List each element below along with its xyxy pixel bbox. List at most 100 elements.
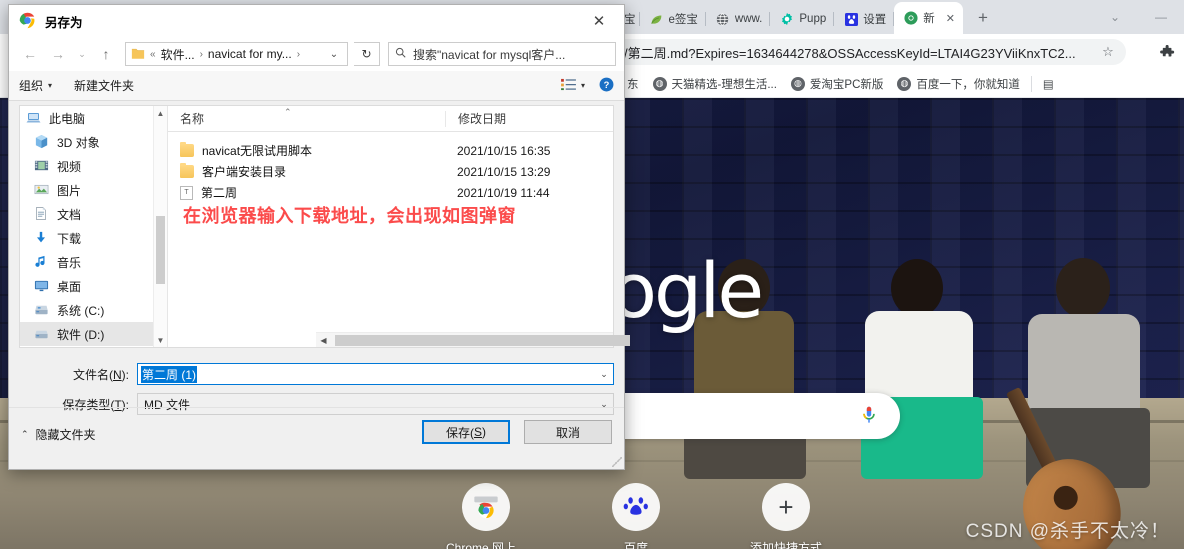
- breadcrumb[interactable]: « 软件... › navicat for my... › ⌄: [125, 42, 348, 66]
- save-as-dialog: 另存为 ✕ ← → ⌄ ↑ « 软件... › navicat for my..…: [8, 4, 630, 470]
- bookmark-item-2[interactable]: ◍ 爱淘宝PC新版: [784, 73, 890, 95]
- nav-item-music[interactable]: 音乐: [20, 250, 167, 274]
- chevron-up-icon: ⌃: [21, 429, 29, 439]
- nav-item-videos[interactable]: 视频: [20, 154, 167, 178]
- bookmark-item-1[interactable]: ◍ 天猫精选-理想生活...: [646, 73, 784, 95]
- nav-item-drive-c-label: 系统 (C:): [57, 303, 105, 318]
- sort-ascending-icon: ⌃: [284, 107, 292, 117]
- back-button[interactable]: ←: [17, 41, 43, 67]
- breadcrumb-segment-1[interactable]: navicat for my...: [208, 47, 292, 61]
- shortcut-tile-1[interactable]: 百度: [580, 483, 692, 549]
- nav-item-videos-label: 视频: [57, 159, 82, 174]
- filename-input[interactable]: 第二周 (1) ⌄: [137, 363, 614, 385]
- computer-icon: [26, 110, 42, 126]
- view-list-icon: [561, 78, 576, 94]
- save-post: ): [482, 425, 486, 439]
- nav-item-3d-objects[interactable]: 3D 对象: [20, 130, 167, 154]
- bookmark-star-icon[interactable]: ☆: [1098, 44, 1118, 60]
- nav-item-drive-d-label: 软件 (D:): [57, 327, 105, 342]
- nav-item-documents[interactable]: 文档: [20, 202, 167, 226]
- bookmark-item-3[interactable]: ◍ 百度一下，你就知道: [890, 73, 1027, 95]
- cancel-button[interactable]: 取消: [524, 420, 612, 444]
- column-header-date[interactable]: 修改日期: [445, 110, 613, 127]
- shortcut-tile-0[interactable]: Chrome 网上...: [430, 483, 542, 549]
- nav-item-pictures[interactable]: 图片: [20, 178, 167, 202]
- nav-item-drive-d[interactable]: 软件 (D:): [20, 322, 167, 346]
- nav-item-drive-c[interactable]: 系统 (C:): [20, 298, 167, 322]
- scrollbar-thumb[interactable]: [335, 334, 630, 346]
- bookmark-item-2-label: 爱淘宝PC新版: [809, 78, 884, 91]
- file-name-1: 客户端安装目录: [202, 165, 287, 179]
- nav-item-this-pc[interactable]: 此电脑: [20, 106, 167, 130]
- table-row[interactable]: T 第二周 2021/10/19 11:44: [168, 182, 613, 203]
- folder-icon: [180, 142, 194, 157]
- file-date-0: 2021/10/15 16:35: [457, 143, 551, 158]
- close-icon[interactable]: ✕: [946, 12, 955, 25]
- nav-pane-scrollbar[interactable]: ▲ ▼: [153, 106, 167, 347]
- browser-tab-1[interactable]: e签宝: [640, 4, 706, 34]
- browser-tab-4[interactable]: 设置: [834, 4, 895, 34]
- baidu-icon: [612, 483, 660, 531]
- tabs-row: 宝 e签宝 www. Pupp 设置 新 ✕ +: [620, 0, 997, 34]
- bookmarks-divider: [1030, 75, 1032, 92]
- table-row[interactable]: 客户端安装目录 2021/10/15 13:29: [168, 161, 613, 182]
- forward-button[interactable]: →: [45, 41, 71, 67]
- scrollbar-thumb[interactable]: [156, 216, 165, 284]
- shortcut-tile-add-label: 添加快捷方式: [749, 541, 822, 549]
- filename-label-key: N: [112, 367, 122, 382]
- organize-button[interactable]: 组织 ▾: [19, 77, 52, 94]
- globe-icon: ◍: [652, 76, 667, 91]
- refresh-button[interactable]: ↻: [354, 42, 380, 66]
- file-date-2: 2021/10/19 11:44: [457, 185, 550, 200]
- recent-locations-button[interactable]: ⌄: [73, 41, 91, 67]
- scroll-down-arrow-icon[interactable]: ▼: [154, 333, 167, 347]
- nav-item-desktop[interactable]: 桌面: [20, 274, 167, 298]
- scrollbar-track[interactable]: [331, 334, 630, 346]
- hide-folders-button[interactable]: ⌃ 隐藏文件夹: [21, 426, 96, 443]
- up-button[interactable]: ↑: [93, 41, 119, 67]
- 3d-object-icon: [34, 134, 50, 150]
- plus-icon: +: [762, 483, 810, 531]
- desktop-icon: [34, 278, 50, 294]
- browser-tab-2-label: www.: [734, 13, 763, 25]
- chevron-down-icon[interactable]: ⌄: [323, 49, 345, 60]
- nav-item-downloads[interactable]: 下载: [20, 226, 167, 250]
- browser-tab-0-label: 宝: [624, 14, 636, 26]
- save-pre: 保存(: [445, 425, 474, 440]
- gear-icon: [780, 12, 794, 26]
- shortcut-tile-add[interactable]: + 添加快捷方式: [730, 483, 842, 549]
- browser-tab-2[interactable]: www.: [706, 4, 771, 34]
- scroll-up-arrow-icon[interactable]: ▲: [154, 106, 167, 120]
- puzzle-icon[interactable]: [1154, 39, 1180, 65]
- scroll-left-arrow-icon[interactable]: ◀: [316, 336, 331, 345]
- help-icon[interactable]: ?: [599, 77, 614, 95]
- close-icon[interactable]: ✕: [578, 6, 620, 36]
- chrome-webstore-icon: [462, 483, 510, 531]
- chevron-down-icon: ▾: [580, 81, 585, 90]
- column-header-name[interactable]: 名称 ⌃: [168, 107, 445, 127]
- file-name-cell: navicat无限试用脚本: [168, 142, 445, 159]
- minimize-button[interactable]: —: [1138, 0, 1184, 34]
- browser-tab-5-active[interactable]: 新 ✕: [894, 2, 963, 34]
- file-list-horizontal-scrollbar[interactable]: ◀ ▶: [316, 332, 630, 347]
- nav-item-music-label: 音乐: [57, 255, 82, 270]
- chevron-down-icon[interactable]: ⌄: [595, 369, 613, 380]
- new-folder-button[interactable]: 新建文件夹: [74, 77, 134, 94]
- view-options-button[interactable]: ▾: [561, 78, 585, 94]
- browser-tab-3[interactable]: Pupp: [770, 4, 835, 34]
- url-text: /第二周.md?Expires=1634644278&OSSAccessKeyI…: [624, 45, 1076, 61]
- new-tab-button[interactable]: +: [969, 4, 997, 32]
- bookmark-item-1-label: 天猫精选-理想生活...: [671, 78, 777, 91]
- address-bar[interactable]: /第二周.md?Expires=1634644278&OSSAccessKeyI…: [612, 39, 1126, 65]
- table-row[interactable]: navicat无限试用脚本 2021/10/15 16:35: [168, 140, 613, 161]
- microphone-icon[interactable]: [858, 404, 882, 428]
- bookmarks-overflow-button[interactable]: ▤: [1036, 73, 1061, 95]
- save-button[interactable]: 保存(S): [422, 420, 510, 444]
- browser-tab-4-label: 设置: [863, 14, 887, 26]
- breadcrumb-segment-0[interactable]: 软件...: [161, 46, 195, 63]
- resize-grip[interactable]: [612, 457, 622, 467]
- file-name-cell: T 第二周: [168, 184, 445, 201]
- search-input[interactable]: 搜索"navicat for mysql客户...: [388, 42, 616, 66]
- browser-tab-1-label: e签宝: [668, 14, 698, 26]
- tab-search-icon[interactable]: ⌄: [1092, 0, 1138, 34]
